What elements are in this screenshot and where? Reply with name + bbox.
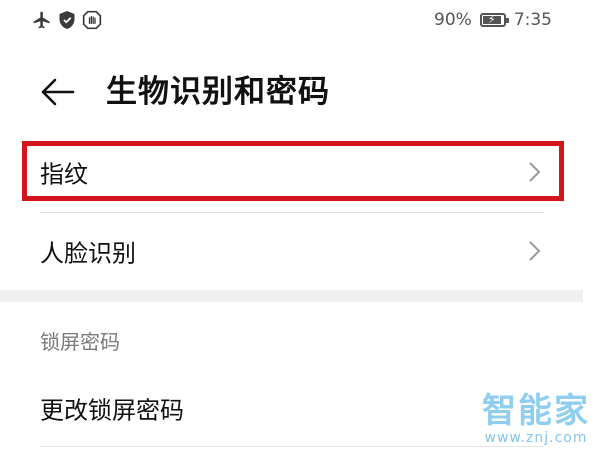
- list-item-fingerprint[interactable]: 指纹: [0, 134, 600, 210]
- chevron-right-icon: [529, 162, 541, 182]
- settings-screen: 90% ⚡ 7:35 生物识别和密码 指纹 人脸识别 锁屏密码 更改锁屏密码 智…: [0, 0, 600, 456]
- page-header: 生物识别和密码: [0, 60, 600, 122]
- status-icons-right: 90% ⚡ 7:35: [434, 10, 552, 30]
- watermark-url: www.znj.com: [484, 430, 588, 446]
- list-item-label: 人脸识别: [40, 239, 136, 268]
- page-title: 生物识别和密码: [106, 74, 330, 110]
- back-button[interactable]: [38, 72, 78, 112]
- list-item-label: 指纹: [40, 160, 88, 189]
- clock: 7:35: [513, 10, 552, 30]
- status-icons-left: [32, 10, 102, 30]
- chevron-right-icon: [529, 241, 541, 261]
- airplane-icon: [32, 10, 52, 30]
- battery-icon: ⚡: [479, 13, 509, 27]
- list-item-label: 更改锁屏密码: [40, 396, 184, 425]
- shield-icon: [58, 10, 76, 30]
- watermark: 智能家 www.znj.com: [482, 392, 590, 446]
- arrow-left-icon: [41, 78, 75, 106]
- section-header: 锁屏密码: [40, 330, 120, 354]
- watermark-logo: 智能家: [482, 391, 590, 431]
- list-item-face-recognition[interactable]: 人脸识别: [0, 213, 600, 289]
- charging-bolt-icon: ⚡: [487, 13, 496, 26]
- section-separator: [0, 290, 583, 302]
- battery-percent: 90%: [434, 10, 472, 30]
- hand-icon: [82, 10, 102, 30]
- divider: [40, 446, 544, 447]
- status-bar: 90% ⚡ 7:35: [0, 0, 600, 44]
